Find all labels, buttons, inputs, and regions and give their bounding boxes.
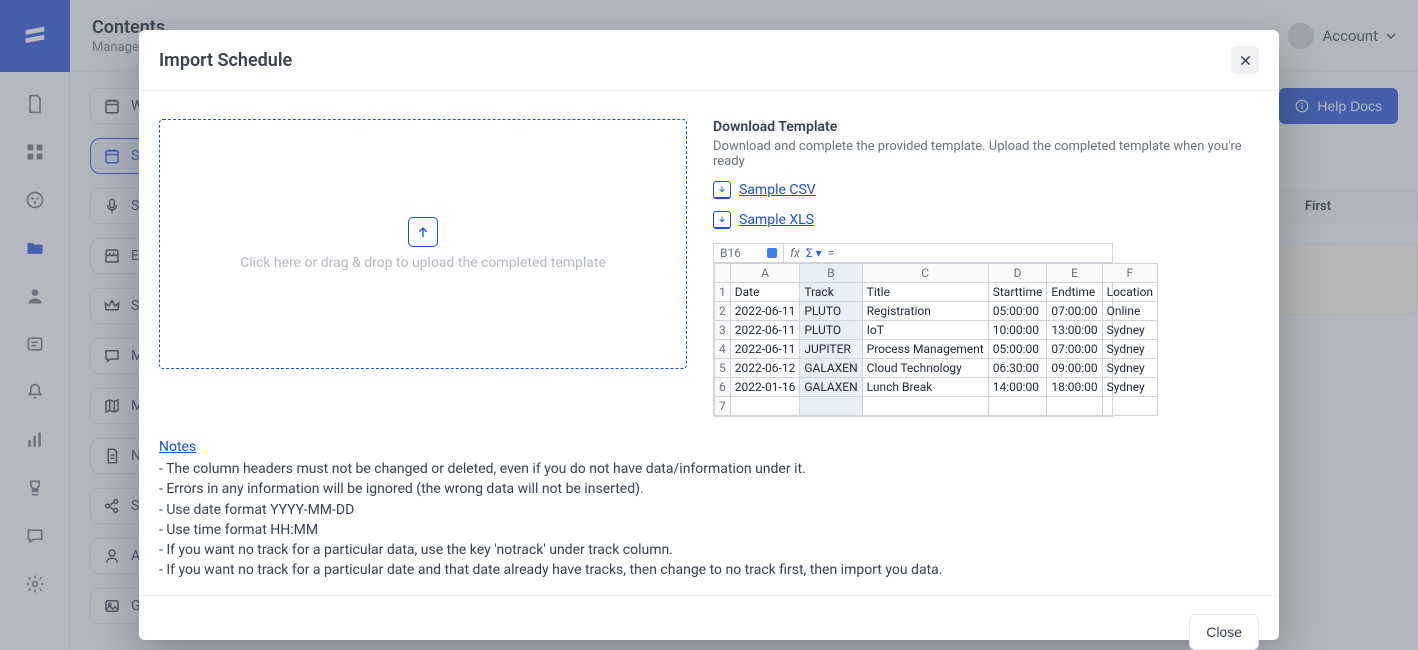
sheet-namebox: B16 [720, 246, 741, 260]
note-line: - If you want no track for a particular … [159, 560, 1259, 580]
download-template-sub: Download and complete the provided templ… [713, 139, 1259, 169]
note-line: - The column headers must not be changed… [159, 459, 1259, 479]
upload-icon [408, 217, 438, 247]
close-icon [1240, 55, 1251, 66]
modal-close-button[interactable] [1231, 46, 1259, 74]
dropdown-icon [767, 248, 777, 258]
note-line: - If you want no track for a particular … [159, 540, 1259, 560]
modal-overlay: Import Schedule Click here or drag & dro… [0, 0, 1418, 650]
template-preview-sheet: B16 fxΣ ▾= ABCDEF1DateTrackTitleStarttim… [713, 243, 1113, 417]
fx-icon: fx [790, 246, 800, 260]
download-icon [713, 211, 731, 229]
upload-dropzone[interactable]: Click here or drag & drop to upload the … [159, 119, 687, 369]
dropzone-text: Click here or drag & drop to upload the … [240, 255, 606, 271]
sample-xls-link[interactable]: Sample XLS [739, 212, 814, 228]
import-schedule-modal: Import Schedule Click here or drag & dro… [139, 30, 1279, 640]
note-line: - Use time format HH:MM [159, 520, 1259, 540]
modal-title: Import Schedule [159, 50, 292, 71]
notes-link[interactable]: Notes [159, 439, 1259, 455]
note-line: - Use date format YYYY-MM-DD [159, 500, 1259, 520]
close-button[interactable]: Close [1189, 614, 1259, 650]
download-icon [713, 181, 731, 199]
sample-csv-link[interactable]: Sample CSV [739, 182, 816, 198]
note-line: - Errors in any information will be igno… [159, 479, 1259, 499]
download-template-heading: Download Template [713, 119, 1259, 135]
